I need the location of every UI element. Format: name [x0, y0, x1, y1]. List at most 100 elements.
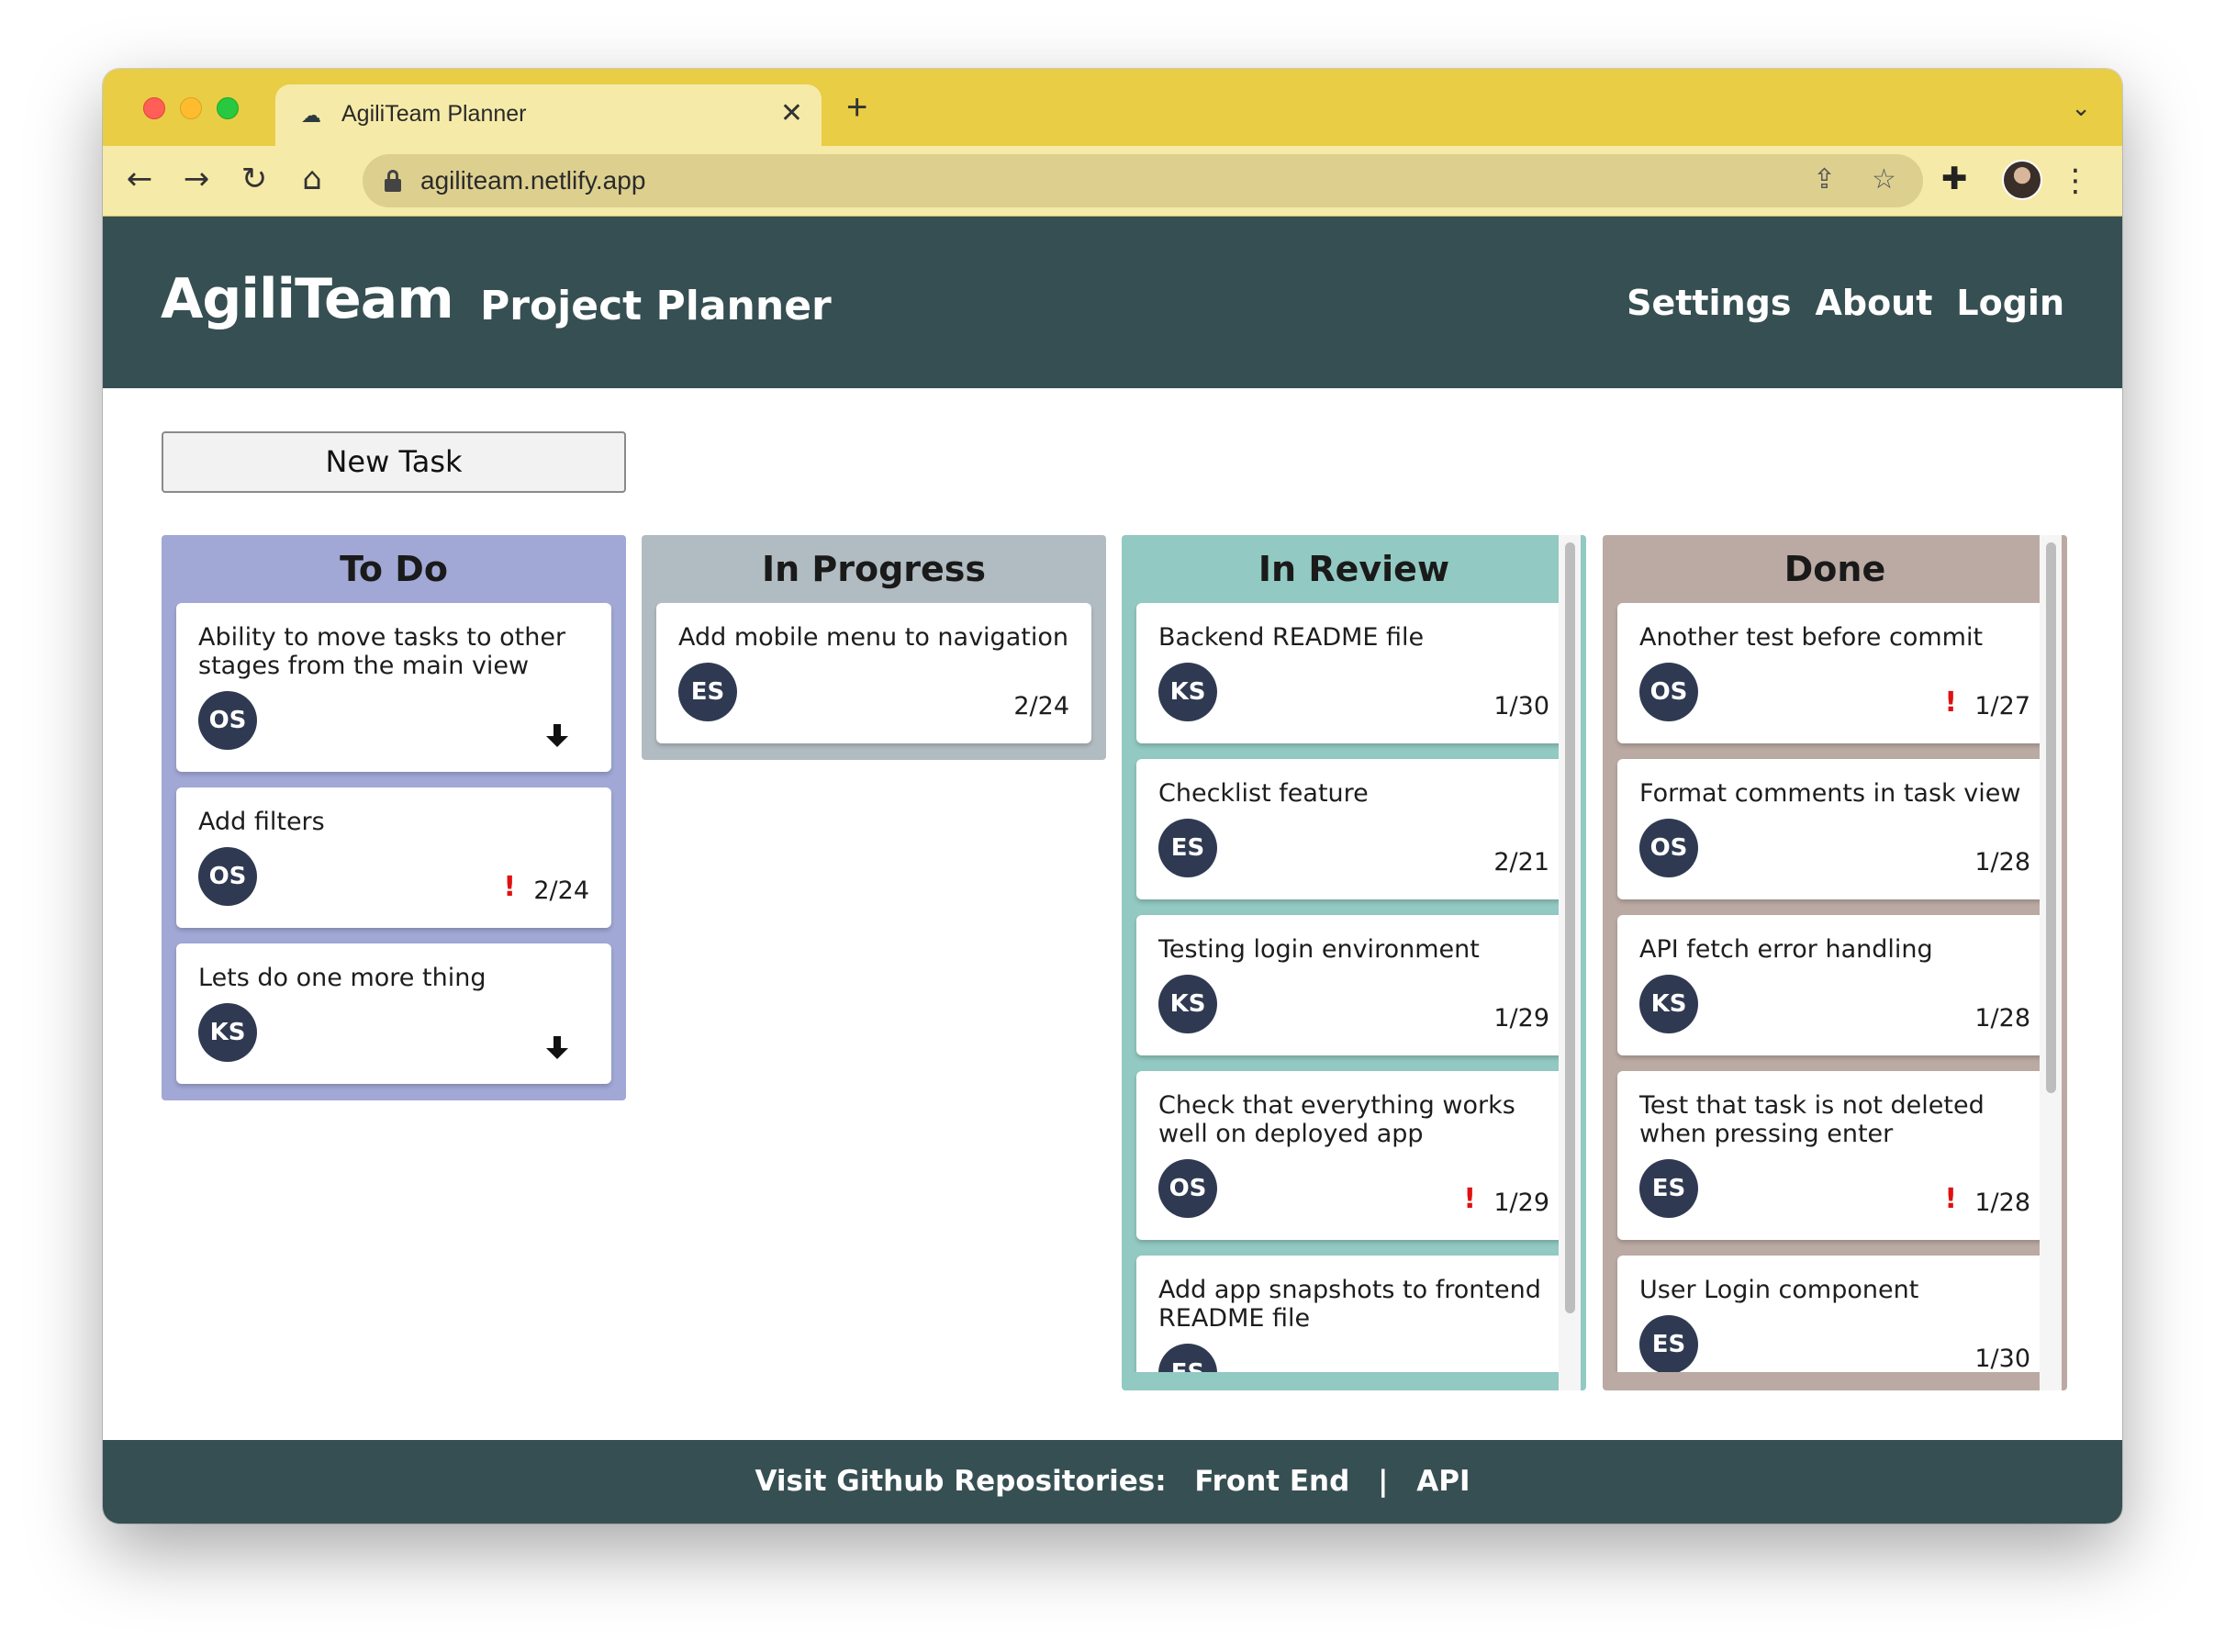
assignee-avatar[interactable]: ES	[1158, 1344, 1217, 1372]
column-scrollbar[interactable]	[1559, 535, 1581, 1390]
address-bar[interactable]: agiliteam.netlify.app ⇪ ☆	[363, 154, 1923, 207]
new-task-button[interactable]: New Task	[162, 431, 626, 493]
assignee-avatar[interactable]: KS	[198, 1003, 257, 1062]
column-scrollbar[interactable]	[2040, 535, 2062, 1390]
column-in-review: In Review Backend README file KS 1/30 Checkl…	[1122, 535, 1586, 1390]
brand-logo[interactable]: AgiliTeam	[161, 267, 454, 331]
due-date: 1/28	[1974, 848, 2030, 876]
favicon-icon: ☁	[301, 105, 321, 128]
due-date: 2/24	[1013, 692, 1069, 720]
task-card[interactable]: Backend README file KS 1/30	[1136, 603, 1571, 743]
task-card[interactable]: Test that task is not deleted when press…	[1617, 1071, 2052, 1240]
task-card[interactable]: Format comments in task view OS 1/28	[1617, 759, 2052, 899]
footer: Visit Github Repositories: Front End | A…	[103, 1440, 2122, 1524]
profile-avatar[interactable]	[2002, 160, 2042, 200]
scrollbar-thumb[interactable]	[1565, 542, 1575, 1313]
due-date: 1/30	[1493, 692, 1549, 720]
assignee-avatar[interactable]: KS	[1158, 663, 1217, 721]
priority-low-arrow-icon	[543, 1034, 571, 1062]
share-icon[interactable]: ⇪	[1813, 163, 1836, 195]
due-date: 1/27	[1974, 692, 2030, 720]
task-card[interactable]: API fetch error handling KS 1/28	[1617, 915, 2052, 1055]
task-card[interactable]: Check that everything works well on depl…	[1136, 1071, 1571, 1240]
task-card[interactable]: Lets do one more thing KS	[176, 943, 611, 1084]
assignee-avatar[interactable]: OS	[1158, 1159, 1217, 1218]
column-title: Done	[1784, 549, 1886, 589]
column-card-list: Another test before commit OS! 1/27 Format …	[1603, 603, 2067, 1372]
due-date: 2/24	[533, 876, 589, 905]
tab-title: AgiliTeam Planner	[341, 101, 527, 127]
browser-tab[interactable]: ☁ AgiliTeam Planner ✕	[275, 84, 822, 146]
column-in-progress: In Progress Add mobile menu to navigation…	[642, 535, 1106, 760]
task-card[interactable]: Testing login environment KS 1/29	[1136, 915, 1571, 1055]
priority-low-arrow-icon	[543, 722, 571, 750]
task-title: Check that everything works well on depl…	[1158, 1091, 1515, 1148]
close-tab-icon[interactable]: ✕	[780, 97, 803, 129]
nav-link-login[interactable]: Login	[1956, 283, 2064, 323]
footer-separator: |	[1378, 1465, 1389, 1498]
assignee-avatar[interactable]: KS	[1158, 975, 1217, 1033]
browser-toolbar: ← → ↻ ⌂ agiliteam.netlify.app ⇪ ☆ ✚ ⋮	[103, 146, 2122, 217]
column-done: Done Another test before commit OS! 1/27 For…	[1603, 535, 2067, 1390]
assignee-avatar[interactable]: OS	[1639, 819, 1698, 877]
app-header: AgiliTeam Project Planner Settings About…	[103, 217, 2122, 388]
home-icon[interactable]: ⌂	[294, 162, 330, 195]
priority-high-icon: !	[1944, 686, 1957, 719]
assignee-avatar[interactable]: KS	[1639, 975, 1698, 1033]
assignee-avatar[interactable]: OS	[1639, 663, 1698, 721]
task-card[interactable]: Add mobile menu to navigation ES 2/24	[656, 603, 1091, 743]
extensions-puzzle-icon[interactable]: ✚	[1941, 161, 1968, 197]
due-date: 1/30	[1974, 1345, 2030, 1372]
task-card[interactable]: User Login component ES 1/30	[1617, 1256, 2052, 1372]
header-nav: Settings About Login	[1627, 283, 2064, 323]
close-window-button[interactable]	[143, 97, 165, 119]
lock-icon[interactable]	[385, 170, 401, 192]
assignee-avatar[interactable]: ES	[1639, 1159, 1698, 1218]
column-title: In Progress	[761, 549, 987, 589]
task-card[interactable]: Checklist feature ES 2/21	[1136, 759, 1571, 899]
footer-link-api[interactable]: API	[1416, 1465, 1470, 1498]
minimize-window-button[interactable]	[180, 97, 202, 119]
due-date: 2/21	[1493, 848, 1549, 876]
assignee-avatar[interactable]: ES	[1158, 819, 1217, 877]
column-card-list: Backend README file KS 1/30 Checklist featu…	[1122, 603, 1586, 1372]
due-date: 1/29	[1493, 1189, 1549, 1217]
task-card[interactable]: Another test before commit OS! 1/27	[1617, 603, 2052, 743]
task-card[interactable]: Add filters OS! 2/24	[176, 787, 611, 928]
back-icon[interactable]: ←	[121, 162, 158, 195]
task-title: Test that task is not deleted when press…	[1639, 1091, 1985, 1148]
due-date: 1/28	[1974, 1189, 2030, 1217]
forward-icon[interactable]: →	[178, 162, 215, 195]
tab-strip: ☁ AgiliTeam Planner ✕ + ⌄	[103, 69, 2122, 146]
zoom-window-button[interactable]	[217, 97, 239, 119]
footer-link-front-end[interactable]: Front End	[1194, 1465, 1349, 1498]
column-title: To Do	[340, 549, 448, 589]
task-title: Another test before commit	[1639, 623, 1984, 652]
assignee-avatar[interactable]: ES	[1639, 1315, 1698, 1372]
task-title: User Login component	[1639, 1276, 1919, 1304]
task-title: Add filters	[198, 808, 325, 836]
reload-icon[interactable]: ↻	[236, 162, 273, 195]
new-tab-button[interactable]: +	[846, 89, 867, 126]
task-card[interactable]: Add app snapshots to frontend README fil…	[1136, 1256, 1571, 1372]
nav-link-settings[interactable]: Settings	[1627, 283, 1791, 323]
nav-link-about[interactable]: About	[1815, 283, 1932, 323]
url-text[interactable]: agiliteam.netlify.app	[420, 166, 645, 195]
column-to-do: To Do Ability to move tasks to other stag…	[162, 535, 626, 1100]
browser-menu-icon[interactable]: ⋮	[2060, 162, 2091, 199]
due-date: 1/29	[1493, 1004, 1549, 1032]
assignee-avatar[interactable]: OS	[198, 691, 257, 750]
assignee-avatar[interactable]: OS	[198, 847, 257, 906]
assignee-avatar[interactable]: ES	[678, 663, 737, 721]
tab-search-icon[interactable]: ⌄	[2071, 95, 2091, 122]
bookmark-star-icon[interactable]: ☆	[1872, 163, 1896, 195]
priority-high-icon: !	[503, 871, 516, 903]
scrollbar-thumb[interactable]	[2046, 542, 2056, 1093]
task-title: Lets do one more thing	[198, 964, 486, 992]
priority-high-icon: !	[1463, 1183, 1476, 1215]
task-title: API fetch error handling	[1639, 935, 1933, 964]
task-card[interactable]: Ability to move tasks to other stages fr…	[176, 603, 611, 772]
column-card-list: Add mobile menu to navigation ES 2/24	[642, 603, 1106, 760]
task-title: Backend README file	[1158, 623, 1425, 652]
priority-high-icon: !	[1944, 1183, 1957, 1215]
